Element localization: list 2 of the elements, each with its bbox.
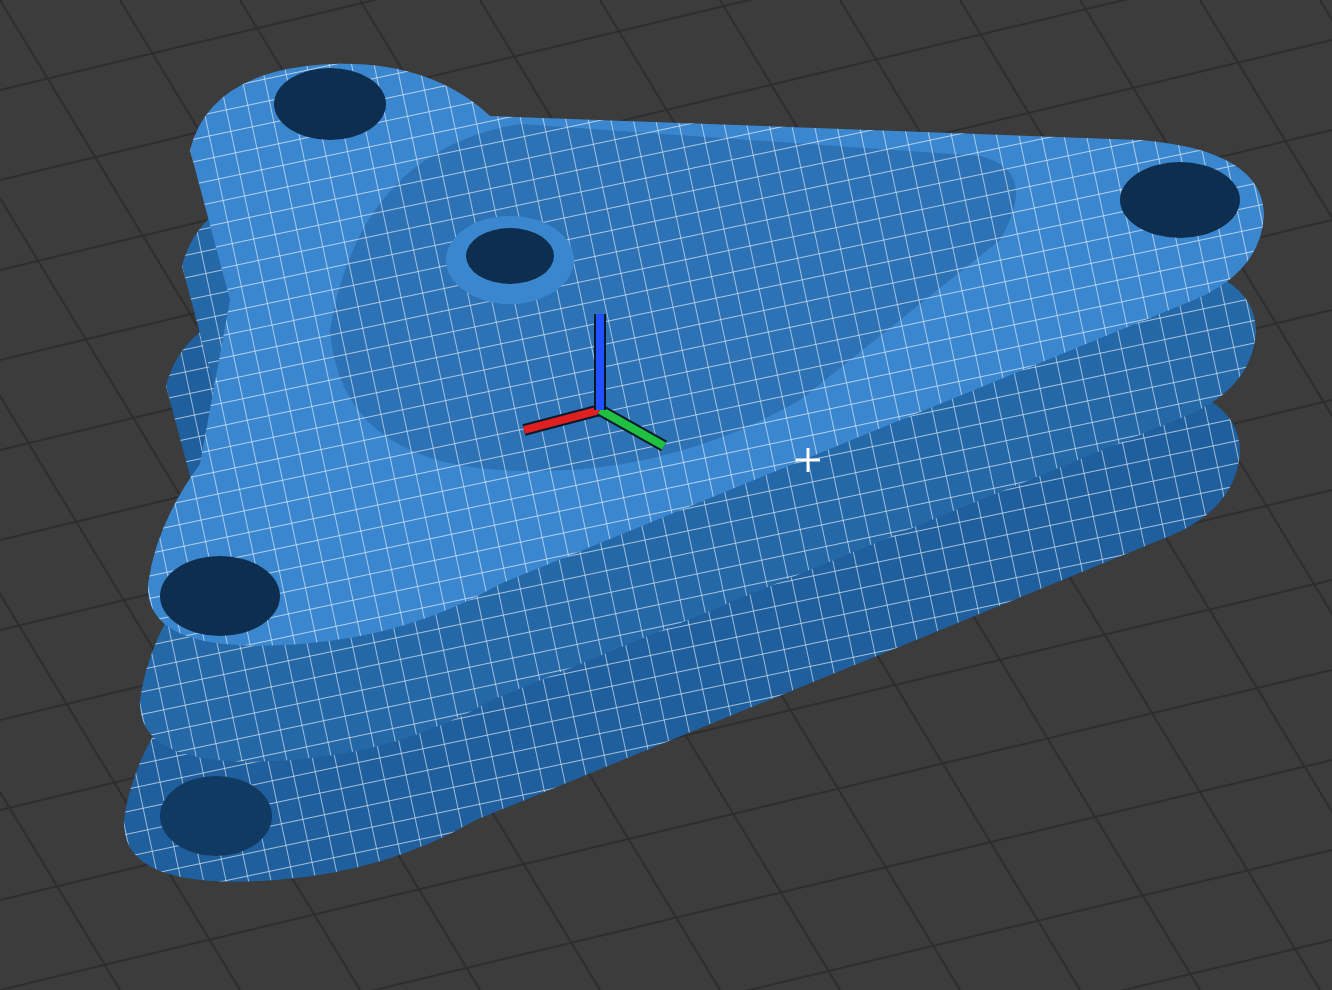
transform-gizmo-icon[interactable] (522, 314, 667, 452)
move-cursor-icon (796, 448, 820, 472)
